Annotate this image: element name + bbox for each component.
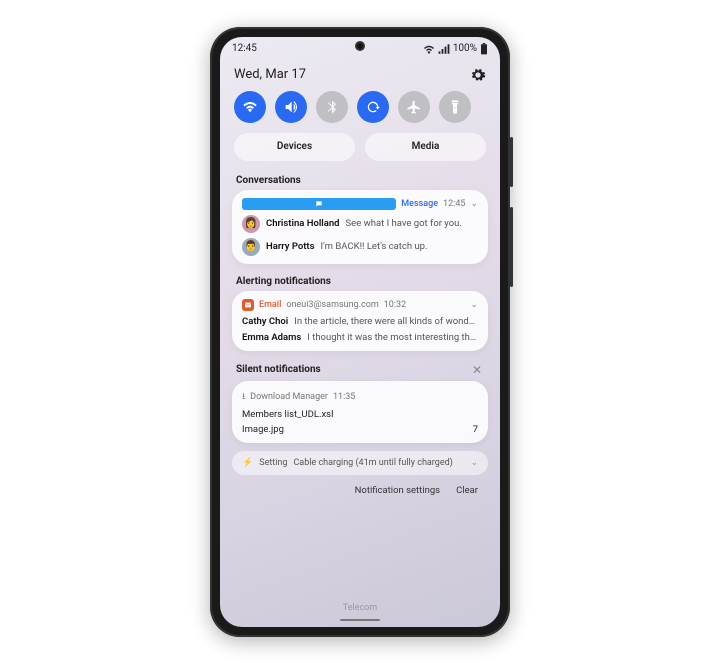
carrier-label: Telecom	[220, 603, 500, 613]
avatar: 👩	[242, 215, 260, 233]
avatar: 👨	[242, 238, 260, 256]
home-indicator[interactable]	[340, 619, 380, 621]
qs-airplane-toggle[interactable]	[398, 91, 430, 123]
charging-text: Cable charging (41m until fully charged)	[293, 458, 452, 468]
wifi-icon	[423, 44, 435, 54]
qs-wifi-toggle[interactable]	[234, 91, 266, 123]
airplane-icon	[406, 99, 422, 115]
side-button	[510, 137, 513, 187]
flashlight-icon	[447, 99, 463, 115]
qs-bluetooth-toggle[interactable]	[316, 91, 348, 123]
notif-time: 10:32	[384, 300, 406, 310]
section-alerting: Alerting notifications	[220, 272, 500, 291]
chevron-down-icon[interactable]: ⌄	[470, 458, 478, 468]
email-app-icon	[242, 299, 254, 311]
charging-notification[interactable]: ⚡ Setting Cable charging (41m until full…	[232, 451, 488, 475]
notif-time: 11:35	[333, 392, 355, 402]
message-preview: In the article, there were all kinds of …	[294, 316, 478, 327]
bolt-icon: ⚡	[242, 458, 253, 468]
download-row: Members list_UDL.xsl	[242, 405, 478, 420]
message-preview: See what I have got for you.	[346, 218, 478, 229]
conversations-card[interactable]: Message 12:45 ⌄ 👩 Christina Holland See …	[232, 190, 488, 264]
volume-icon	[283, 99, 299, 115]
section-silent-header: Silent notifications ✕	[220, 359, 500, 381]
shade-header: Wed, Mar 17	[220, 61, 500, 91]
app-name: Message	[401, 199, 438, 209]
battery-text: 100%	[453, 43, 477, 54]
side-button	[510, 207, 513, 287]
download-icon: ⭳	[242, 389, 245, 405]
shortcut-pills: Devices Media	[220, 133, 500, 171]
close-icon[interactable]: ✕	[472, 363, 482, 377]
rotate-icon	[365, 99, 381, 115]
qs-flashlight-toggle[interactable]	[439, 91, 471, 123]
card-header: ⭳ Download Manager 11:35	[242, 389, 478, 405]
chevron-down-icon[interactable]: ⌄	[470, 199, 478, 209]
qs-rotate-toggle[interactable]	[357, 91, 389, 123]
wifi-icon	[242, 99, 258, 115]
sender-name: Harry Potts	[266, 241, 315, 252]
email-row[interactable]: Emma Adams I thought it was the most int…	[242, 327, 478, 343]
card-header: Message 12:45 ⌄	[242, 198, 478, 210]
app-name: Email	[259, 300, 281, 310]
devices-button[interactable]: Devices	[234, 133, 355, 161]
clear-button[interactable]: Clear	[456, 485, 478, 496]
gear-icon[interactable]	[470, 67, 486, 83]
section-silent: Silent notifications	[236, 364, 321, 375]
download-row: Image.jpg 7	[242, 420, 478, 435]
message-app-icon	[242, 198, 396, 210]
phone-frame: 12:45 100% Wed, Mar 17	[210, 27, 510, 637]
file-name: Members list_UDL.xsl	[242, 409, 333, 420]
quick-settings	[220, 91, 500, 133]
app-name: Download Manager	[250, 392, 328, 402]
sender-name: Christina Holland	[266, 218, 340, 229]
email-row[interactable]: Cathy Choi In the article, there were al…	[242, 311, 478, 327]
account-text: oneui3@samsung.com	[286, 300, 378, 310]
screen: 12:45 100% Wed, Mar 17	[220, 37, 500, 627]
app-name: Setting	[259, 458, 287, 468]
media-button[interactable]: Media	[365, 133, 486, 161]
status-indicators: 100%	[423, 43, 488, 55]
email-card[interactable]: Email oneui3@samsung.com 10:32 ⌄ Cathy C…	[232, 291, 488, 351]
status-time: 12:45	[232, 43, 257, 54]
signal-icon	[438, 44, 450, 54]
message-preview: I thought it was the most interesting th…	[307, 332, 478, 343]
conversation-row[interactable]: 👩 Christina Holland See what I have got …	[242, 210, 478, 233]
card-header: Email oneui3@samsung.com 10:32 ⌄	[242, 299, 478, 311]
sender-name: Cathy Choi	[242, 316, 288, 327]
download-card[interactable]: ⭳ Download Manager 11:35 Members list_UD…	[232, 381, 488, 443]
chevron-down-icon[interactable]: ⌄	[470, 300, 478, 310]
date-label: Wed, Mar 17	[234, 67, 306, 82]
notification-settings-button[interactable]: Notification settings	[355, 485, 440, 496]
conversation-row[interactable]: 👨 Harry Potts I'm BACK!! Let's catch up.	[242, 233, 478, 256]
footer-actions: Notification settings Clear	[220, 483, 500, 498]
bluetooth-icon	[324, 99, 340, 115]
sender-name: Emma Adams	[242, 332, 301, 343]
battery-icon	[480, 43, 488, 55]
file-name: Image.jpg	[242, 424, 284, 435]
notif-time: 12:45	[443, 199, 465, 209]
front-camera	[355, 41, 365, 51]
file-count: 7	[473, 424, 478, 435]
qs-sound-toggle[interactable]	[275, 91, 307, 123]
section-conversations: Conversations	[220, 171, 500, 190]
message-preview: I'm BACK!! Let's catch up.	[321, 241, 478, 252]
